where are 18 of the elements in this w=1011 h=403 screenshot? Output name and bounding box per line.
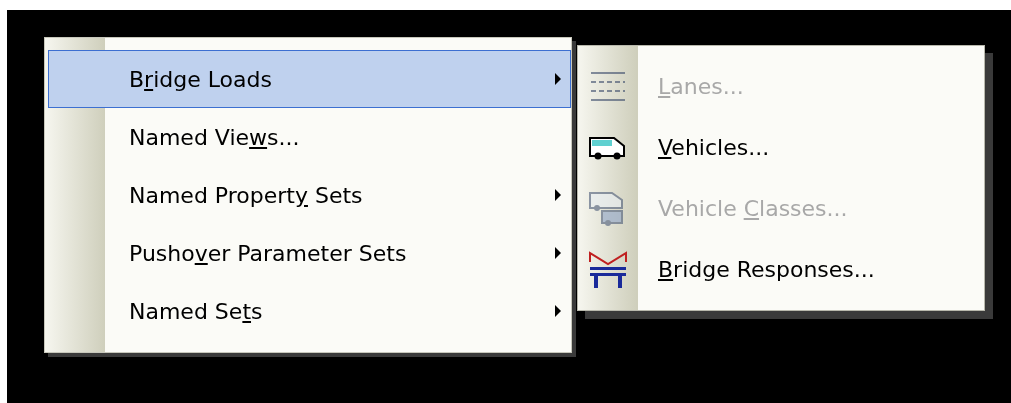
menu-item-label: Named Views... xyxy=(129,123,301,152)
submenu-item[interactable]: Bridge Responses... xyxy=(578,239,984,300)
menu-item-label: Pushover Parameter Sets xyxy=(129,239,408,268)
menu-item[interactable]: Named Property Sets xyxy=(48,166,571,224)
menu-item-label: Named Sets xyxy=(129,297,264,326)
menu-item-label: Lanes... xyxy=(658,73,744,101)
submenu-item[interactable]: Vehicles... xyxy=(578,117,984,178)
menu-item[interactable]: Bridge Loads xyxy=(48,50,571,108)
bridge-icon xyxy=(588,249,628,290)
menu-item[interactable]: Pushover Parameter Sets xyxy=(48,224,571,282)
menu-item-label: Vehicle Classes... xyxy=(658,195,848,223)
menu-item[interactable]: Named Sets xyxy=(48,282,571,340)
menu-item-label: Bridge Responses... xyxy=(658,256,875,284)
menu-item[interactable]: Named Views... xyxy=(48,108,571,166)
menu-item-label: Named Property Sets xyxy=(129,181,364,210)
menu-item-label: Bridge Loads xyxy=(129,65,273,94)
menu-item-label: Vehicles... xyxy=(658,134,770,162)
lane-lines-icon xyxy=(589,69,627,104)
